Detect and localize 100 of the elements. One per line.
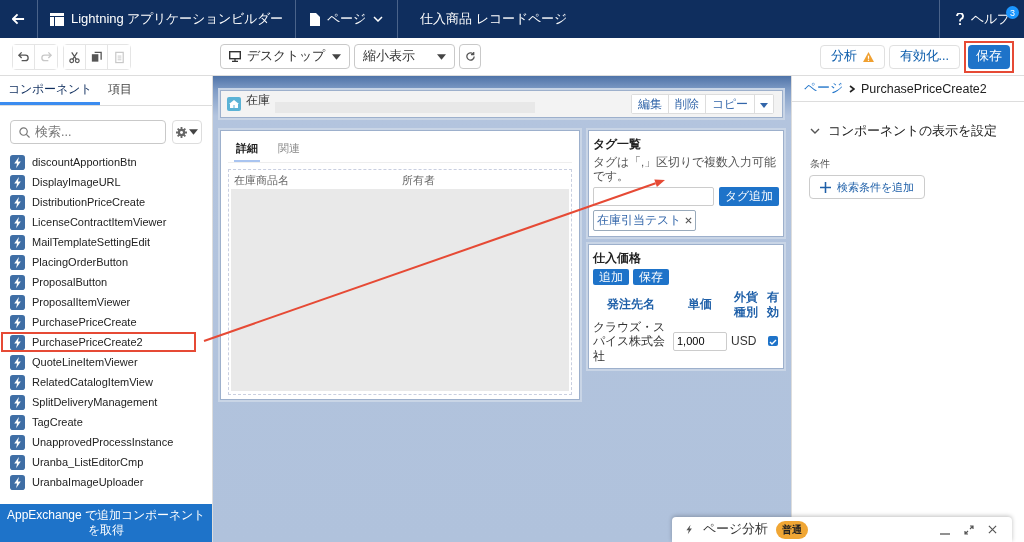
lightning-icon xyxy=(10,294,25,310)
add-tag-button[interactable]: タグ追加 xyxy=(719,186,779,206)
component-item[interactable]: LicenseContractItemViewer xyxy=(1,212,211,232)
refresh-icon xyxy=(464,51,476,62)
lightning-icon xyxy=(10,214,25,230)
component-item[interactable]: TagCreate xyxy=(1,412,211,432)
column-header: 発注先名 xyxy=(606,297,656,313)
card-title: タグ一覧 xyxy=(593,136,642,153)
breadcrumb-current: PurchasePriceCreate2 xyxy=(861,81,987,96)
caret-icon xyxy=(332,53,341,60)
component-item[interactable]: Uranba_ListEditorCmp xyxy=(1,452,211,472)
appexchange-button[interactable]: AppExchange で追加コンポーネントを取得 xyxy=(0,504,212,542)
component-item[interactable]: discountApportionBtn xyxy=(1,152,211,172)
lightning-icon xyxy=(10,434,25,450)
component-item[interactable]: PurchasePriceCreate2 xyxy=(1,332,196,352)
table-cell-text: クラウズ・スパイス株式会社 xyxy=(593,319,666,363)
field-label: 所有者 xyxy=(401,174,435,186)
component-item[interactable]: PlacingOrderButton xyxy=(1,252,211,272)
activate-button[interactable]: 有効化... xyxy=(888,44,960,69)
component-item[interactable]: QuoteLineItemViewer xyxy=(1,352,211,372)
lightning-icon xyxy=(10,414,25,430)
tag-input[interactable] xyxy=(593,186,714,206)
component-item[interactable]: SplitDeliveryManagement xyxy=(1,392,211,412)
component-item[interactable]: DisplayImageURL xyxy=(1,172,211,192)
checkbox[interactable] xyxy=(768,336,778,347)
column-header: 単価 xyxy=(687,297,713,313)
warning-icon xyxy=(862,51,874,62)
panel-title: ページ分析 xyxy=(703,521,768,538)
card-title: 仕入価格 xyxy=(593,249,642,267)
component-item[interactable]: UnapprovedProcessInstance xyxy=(1,432,211,452)
object-label: 在庫 xyxy=(246,92,270,109)
close-icon xyxy=(685,216,692,224)
column-header: 有効 xyxy=(766,289,780,320)
zoom-select[interactable]: 縮小表示 xyxy=(354,44,455,69)
scissors-icon xyxy=(68,49,81,64)
analyze-button[interactable]: 分析 xyxy=(819,44,885,69)
undo-icon xyxy=(17,49,30,64)
help-icon xyxy=(956,13,964,25)
copy-icon xyxy=(90,49,103,64)
page-name: 仕入商品 レコードページ xyxy=(420,10,567,28)
page-icon xyxy=(310,12,321,26)
expand-icon xyxy=(964,524,974,535)
component-item[interactable]: UranbaImageUploader xyxy=(1,472,211,492)
lightning-icon xyxy=(10,274,25,290)
settings-button[interactable] xyxy=(172,120,202,144)
table-cell-text: USD xyxy=(731,334,758,349)
layout-icon xyxy=(50,12,64,26)
component-item[interactable]: MailTemplateSettingEdit xyxy=(1,232,211,252)
back-arrow-icon xyxy=(12,13,25,25)
expand-button[interactable] xyxy=(961,524,977,535)
component-item[interactable]: DistributionPriceCreate xyxy=(1,192,211,212)
clipboard-icon xyxy=(112,49,126,64)
lightning-icon xyxy=(10,454,25,470)
panel-tab[interactable]: 項目 xyxy=(100,76,140,105)
device-select[interactable]: デスクトップ xyxy=(220,44,350,69)
lightning-icon xyxy=(10,234,25,250)
breadcrumb-link[interactable]: ページ xyxy=(804,80,843,97)
close-icon xyxy=(988,525,997,534)
lightning-icon xyxy=(10,354,25,370)
field-label: 条件 xyxy=(810,157,831,171)
card-button[interactable]: 追加 xyxy=(593,268,629,285)
tag-chip[interactable]: 在庫引当テスト xyxy=(593,209,696,231)
component-item[interactable]: PurchasePriceCreate xyxy=(1,312,211,332)
lightning-icon xyxy=(684,524,695,535)
search-field[interactable]: 検索... xyxy=(10,120,166,144)
undo-button[interactable] xyxy=(13,44,35,69)
lightning-icon xyxy=(10,194,25,210)
action-button[interactable]: 編集 xyxy=(632,95,669,113)
panel-tab[interactable]: コンポーネント xyxy=(0,76,100,105)
record-tab[interactable]: 詳細 xyxy=(234,137,260,162)
chevron-down-icon[interactable] xyxy=(810,126,820,136)
lightning-icon xyxy=(10,314,25,330)
caret-icon xyxy=(189,129,198,135)
app-title: Lightning アプリケーションビルダー xyxy=(71,10,284,28)
card-button[interactable]: 保存 xyxy=(633,268,669,285)
lightning-icon xyxy=(10,374,25,390)
status-badge: 普通 xyxy=(776,520,808,539)
caret-icon xyxy=(760,103,768,108)
save-button[interactable]: 保存 xyxy=(968,44,1010,69)
lightning-icon xyxy=(10,334,25,350)
lightning-icon xyxy=(10,154,25,170)
hint-text: タグは「,」区切りで複数入力可能です。 xyxy=(593,155,778,184)
price-field[interactable]: 1,000 xyxy=(673,331,727,351)
add-filter-button[interactable]: 検索条件を追加 xyxy=(809,175,925,199)
scissors-button[interactable] xyxy=(64,44,86,69)
refresh-button[interactable] xyxy=(459,44,481,69)
component-item[interactable]: ProposalButton xyxy=(1,272,211,292)
lightning-icon xyxy=(10,394,25,410)
column-header: 外貨種別 xyxy=(733,289,759,320)
chevron-down-icon xyxy=(373,16,384,22)
component-item[interactable]: ProposalItemViewer xyxy=(1,292,211,312)
lightning-icon xyxy=(10,474,25,490)
component-item[interactable]: RelatedCatalogItemView xyxy=(1,372,211,392)
record-tab[interactable]: 関連 xyxy=(276,137,302,162)
chevron-right-icon xyxy=(849,84,855,93)
section-title: コンポーネントの表示を設定 xyxy=(828,122,997,140)
minimize-icon xyxy=(940,532,950,535)
search-icon xyxy=(19,127,30,138)
settings-icon xyxy=(176,126,187,138)
redo-icon xyxy=(39,49,53,64)
